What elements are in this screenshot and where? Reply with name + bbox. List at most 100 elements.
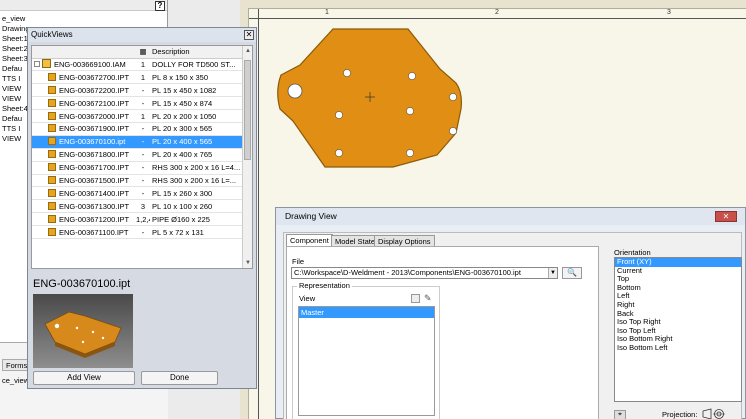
scroll-up-icon[interactable]: ▲ — [243, 46, 252, 56]
file-name: ENG-003671300.IPT — [59, 201, 130, 211]
table-row[interactable]: ENG-003671300.IPT 3 PL 10 x 100 x 260 — [32, 199, 243, 214]
tree-item[interactable]: VIEW — [0, 94, 30, 104]
file-name: ENG-003672200.IPT — [59, 85, 130, 95]
table-row[interactable]: ENG-003671800.IPT - PL 20 x 400 x 765 — [32, 148, 243, 162]
tree-item[interactable]: TTS I — [0, 74, 30, 84]
tree-item[interactable]: TTS I — [0, 124, 30, 134]
browser-tree: e_view Drawing Sheet:1 Sheet:2 Sheet:3 D… — [0, 14, 30, 144]
tree-item[interactable]: Drawing — [0, 24, 30, 34]
table-row[interactable]: ENG-003672100.IPT - PL 15 x 450 x 874 — [32, 96, 243, 111]
scroll-down-icon[interactable]: ▼ — [243, 258, 252, 268]
file-name: ENG-003671200.IPT — [59, 214, 130, 224]
description-cell: DOLLY FOR TD500 ST... — [150, 58, 243, 72]
help-icon[interactable]: ? — [155, 1, 165, 11]
quickviews-rows: ENG-003669100.IAM 1 DOLLY FOR TD500 ST... E… — [32, 58, 243, 239]
view-checkbox[interactable] — [411, 294, 420, 303]
file-name-cell: ENG-003671200.IPT — [32, 212, 134, 227]
tree-item[interactable]: VIEW — [0, 134, 30, 144]
orientation-item[interactable]: Iso Bottom Left — [615, 343, 741, 353]
part-icon — [48, 188, 56, 197]
balloon-column-icon[interactable]: ▦ — [134, 46, 150, 59]
chevron-down-icon[interactable]: ▼ — [548, 268, 557, 278]
dialog-body: Component Model State Display Options Fi… — [283, 232, 742, 419]
part-icon — [48, 227, 56, 236]
open-file-button[interactable]: 🔍 — [562, 267, 582, 279]
table-row[interactable]: ENG-003672200.IPT - PL 15 x 450 x 1082 — [32, 83, 243, 98]
file-name-cell: ENG-003671400.IPT — [32, 186, 134, 201]
orientation-label: Orientation — [614, 248, 651, 257]
tree-item[interactable]: Defau — [0, 114, 30, 124]
hole — [406, 107, 414, 115]
done-button[interactable]: Done — [141, 371, 218, 385]
file-label: File — [292, 257, 305, 266]
view-representation-list[interactable]: Master — [298, 306, 435, 416]
file-name: ENG-003671900.IPT — [59, 124, 130, 134]
expand-icon[interactable] — [34, 61, 40, 68]
assembly-icon — [42, 59, 51, 69]
balloon-cell: - — [134, 83, 150, 98]
part-drawing-view[interactable] — [275, 27, 465, 169]
part-icon — [48, 175, 56, 184]
custom-view-icon[interactable]: ⌖ — [614, 410, 626, 419]
description-cell: PL 20 x 400 x 565 — [150, 135, 243, 149]
table-row[interactable]: ENG-003671200.IPT 1,2,4PIPE Ø160 x 225 — [32, 212, 243, 227]
table-row[interactable]: ENG-003671900.IPT - PL 20 x 300 x 565 — [32, 122, 243, 136]
hole — [406, 149, 414, 157]
column-header-name[interactable] — [32, 46, 134, 59]
folder-search-icon: 🔍 — [567, 268, 577, 277]
tree-item[interactable]: Sheet:1 — [0, 34, 30, 44]
balloon-cell: 1,2,4 — [134, 212, 150, 227]
description-cell: PL 20 x 400 x 765 — [150, 148, 243, 162]
file-name: ENG-003669100.IAM — [54, 60, 126, 70]
quickviews-titlebar: QuickViews ✕ — [28, 28, 256, 42]
table-row[interactable]: ENG-003670100.ipt - PL 20 x 400 x 565 — [32, 135, 243, 149]
hole — [449, 127, 457, 135]
description-cell: PL 15 x 450 x 874 — [150, 96, 243, 111]
orientation-item[interactable]: Current — [615, 266, 741, 276]
table-row[interactable]: ENG-003669100.IAM 1 DOLLY FOR TD500 ST... — [32, 58, 243, 72]
close-icon[interactable]: ✕ — [715, 211, 737, 222]
scrollbar-thumb[interactable] — [244, 60, 251, 160]
file-name: ENG-003670100.ipt — [59, 137, 126, 147]
table-row[interactable]: ENG-003672000.IPT 1 PL 20 x 200 x 1050 — [32, 109, 243, 123]
browser-bottom-item[interactable]: ce_view — [2, 376, 29, 385]
view-rep-icon[interactable]: ✎ — [424, 293, 432, 304]
sheet-border-top: 1 2 3 — [249, 9, 746, 19]
close-icon[interactable]: ✕ — [244, 30, 254, 40]
tree-item[interactable]: Sheet:3 — [0, 54, 30, 64]
column-header-description[interactable]: Description — [150, 46, 243, 59]
orientation-item[interactable]: Bottom — [615, 283, 741, 293]
tree-item[interactable]: Sheet:4 — [0, 104, 30, 114]
list-item[interactable]: Master — [299, 307, 434, 318]
table-row[interactable]: ENG-003671100.IPT - PL 5 x 72 x 131 — [32, 225, 243, 239]
file-name: ENG-003672000.IPT — [59, 111, 130, 121]
orientation-list[interactable]: Front (XY) Current Top Bottom Left Right… — [614, 257, 742, 402]
file-path-combobox[interactable]: C:\Workspace\D-Weldment - 2013\Component… — [291, 267, 558, 279]
tree-item[interactable]: Sheet:2 — [0, 44, 30, 54]
hole — [335, 149, 343, 157]
file-name: ENG-003671800.IPT — [59, 150, 130, 160]
balloon-cell: 1 — [134, 58, 150, 72]
balloon-cell: - — [134, 96, 150, 111]
description-cell: PL 20 x 300 x 565 — [150, 122, 243, 136]
tree-item[interactable]: e_view — [0, 14, 30, 24]
tree-item[interactable]: VIEW — [0, 84, 30, 94]
file-path-value: C:\Workspace\D-Weldment - 2013\Component… — [294, 268, 521, 277]
tree-item[interactable]: Defau — [0, 64, 30, 74]
part-icon — [48, 111, 56, 120]
table-row[interactable]: ENG-003672700.IPT 1 PL 8 x 150 x 350 — [32, 70, 243, 85]
view-label: View — [299, 294, 316, 303]
table-row[interactable]: ENG-003671500.IPT - RHS 300 x 200 x 16 L=.… — [32, 174, 243, 188]
file-name-cell: ENG-003672700.IPT — [32, 70, 134, 85]
vertical-scrollbar[interactable]: ▲ ▼ — [242, 46, 252, 268]
part-icon — [48, 98, 56, 107]
balloon-cell: 1 — [134, 109, 150, 123]
quickviews-title: QuickViews — [31, 30, 73, 39]
table-row[interactable]: ENG-003671700.IPT - RHS 300 x 200 x 16 L=4… — [32, 161, 243, 175]
ruler-label: 3 — [667, 9, 671, 16]
projection-type-icon[interactable] — [702, 408, 726, 419]
add-view-button[interactable]: Add View — [33, 371, 135, 385]
balloon-cell: - — [134, 135, 150, 149]
file-name-cell: ENG-003670100.ipt — [32, 135, 134, 149]
table-row[interactable]: ENG-003671400.IPT - PL 15 x 260 x 300 — [32, 186, 243, 201]
